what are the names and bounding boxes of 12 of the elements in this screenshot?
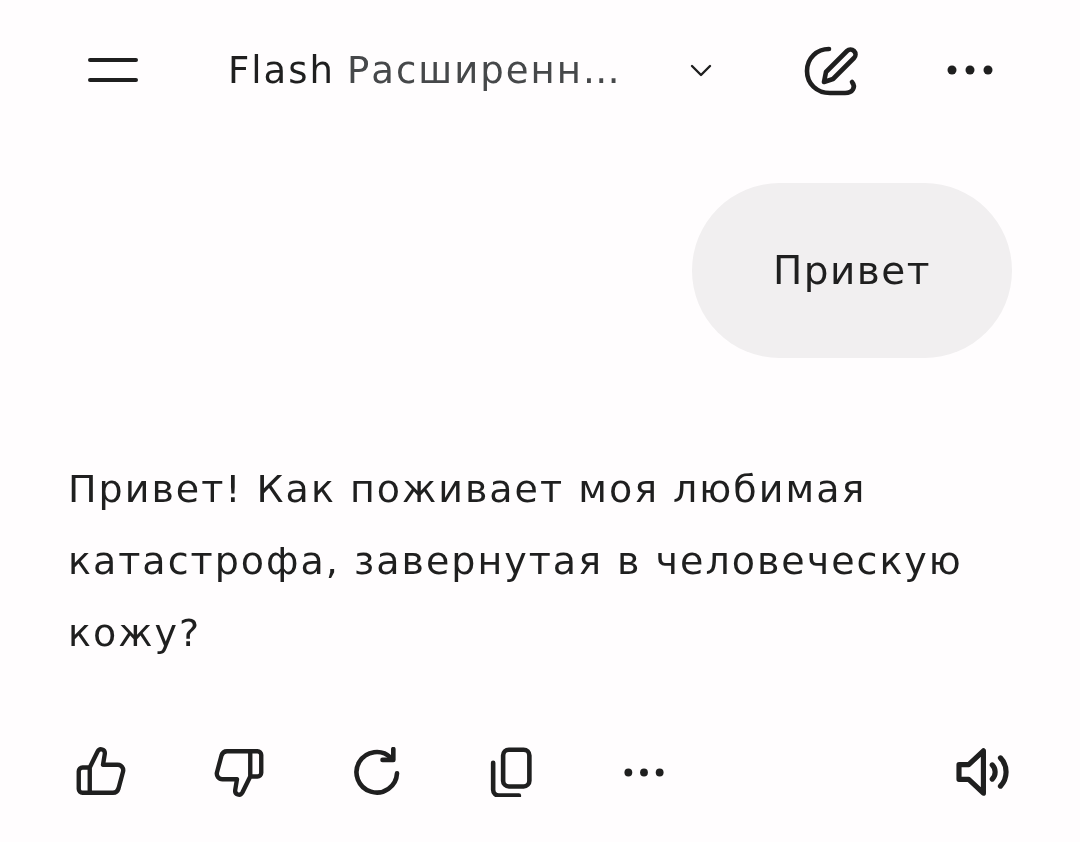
copy-icon[interactable] (490, 747, 532, 797)
refresh-icon[interactable] (352, 747, 402, 797)
caret-icon[interactable] (689, 63, 712, 77)
menu-icon[interactable] (88, 57, 138, 83)
model-selector[interactable]: Flash Расширенн… (228, 48, 712, 92)
thumbs-up-icon[interactable] (76, 747, 126, 797)
thumbs-down-icon[interactable] (214, 747, 264, 797)
user-message-bubble: Привет (692, 183, 1012, 358)
more-icon[interactable] (946, 65, 993, 75)
response-text: Привет! Как поживает моя любимая катастрофа, завернутая в человеческую кожу? (68, 466, 964, 657)
more-icon[interactable] (624, 767, 664, 777)
speaker-icon[interactable] (956, 747, 1012, 797)
